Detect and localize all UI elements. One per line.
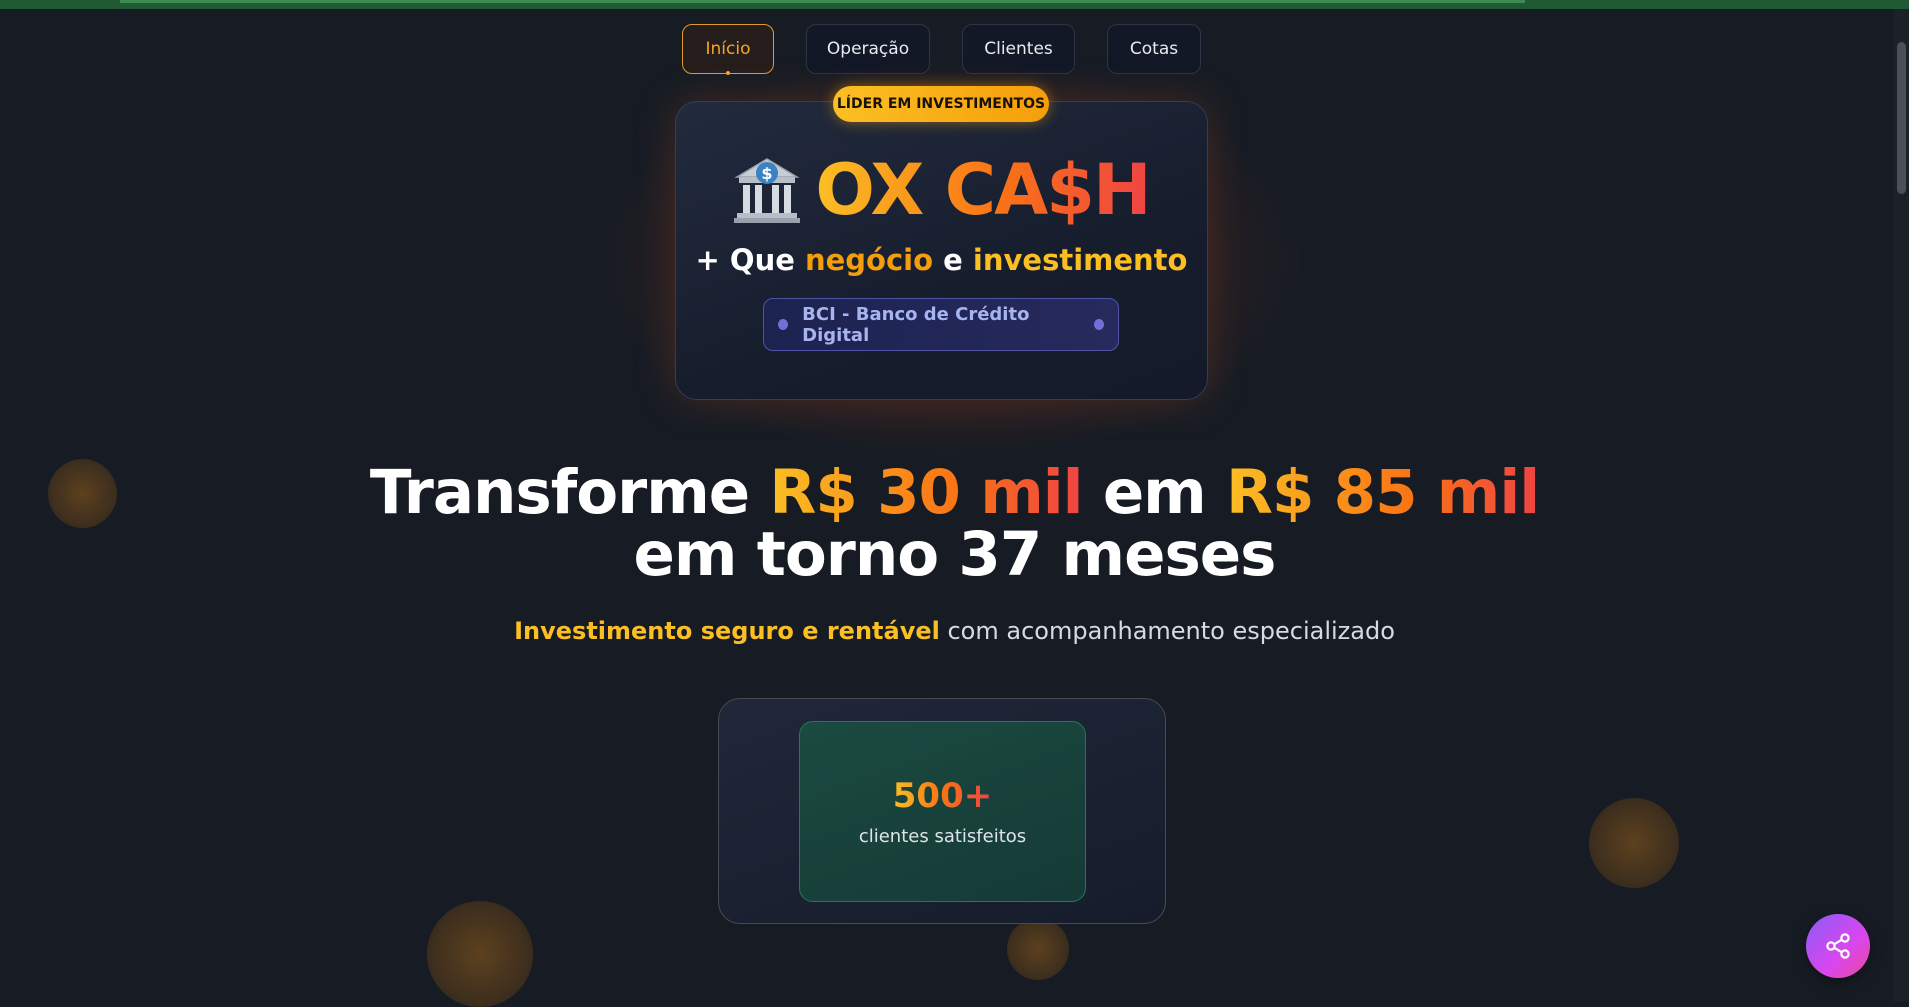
svg-text:$: $ xyxy=(762,164,773,183)
tagline-word-investimento: investimento xyxy=(972,243,1188,277)
headline-text: em xyxy=(1082,457,1226,528)
decorative-orb xyxy=(1007,918,1069,980)
bank-label: BCI - Banco de Crédito Digital xyxy=(802,303,1030,346)
decorative-orb xyxy=(427,901,533,1007)
headline-text: Transforme xyxy=(369,457,770,528)
leader-badge: LÍDER EM INVESTIMENTOS xyxy=(833,86,1049,122)
share-icon xyxy=(1826,933,1850,959)
stat-clients: 500+ clientes satisfeitos xyxy=(799,721,1086,902)
brand-name: OX CA$H xyxy=(815,149,1151,231)
hero-tagline: + Que negócio e investimento xyxy=(675,243,1208,277)
subtitle-highlight: Investimento seguro e rentável xyxy=(514,617,940,645)
bank-label-pill: BCI - Banco de Crédito Digital xyxy=(763,298,1119,351)
scrollbar-thumb[interactable] xyxy=(1897,42,1906,194)
headline-line-1: Transforme R$ 30 mil em R$ 85 mil xyxy=(0,462,1909,524)
stat-label: clientes satisfeitos xyxy=(858,826,1027,847)
headline-amount-end: R$ 85 mil xyxy=(1226,457,1540,528)
decorative-orb xyxy=(1589,798,1679,888)
share-button[interactable] xyxy=(1806,914,1870,978)
tagline-prefix: + Que xyxy=(695,243,805,277)
tab-label: Operação xyxy=(826,39,910,59)
tagline-middle: e xyxy=(933,243,973,277)
stat-value: 500+ xyxy=(892,776,993,816)
tab-cotas[interactable]: Cotas xyxy=(1107,24,1201,74)
dot-icon xyxy=(778,319,789,330)
dot-icon xyxy=(1093,319,1104,330)
tab-label: Início xyxy=(705,39,751,59)
bank-icon: $ xyxy=(734,158,801,223)
headline-line-2: em torno 37 meses xyxy=(633,519,1277,590)
tagline-word-negocio: negócio xyxy=(804,243,934,277)
tab-inicio[interactable]: Início xyxy=(682,24,774,75)
tab-label: Cotas xyxy=(1129,39,1179,59)
brand: $ OX CA$H xyxy=(675,150,1208,230)
subtitle: Investimento seguro e rentável com acomp… xyxy=(0,617,1909,645)
active-indicator xyxy=(726,71,730,75)
loading-bar xyxy=(120,0,1525,3)
subtitle-rest: com acompanhamento especializado xyxy=(939,617,1395,645)
headline-amount-start: R$ 30 mil xyxy=(769,457,1083,528)
browser-top-bar xyxy=(0,0,1909,9)
tab-label: Clientes xyxy=(984,39,1053,59)
main-headline: Transforme R$ 30 mil em R$ 85 mil em tor… xyxy=(0,462,1909,586)
